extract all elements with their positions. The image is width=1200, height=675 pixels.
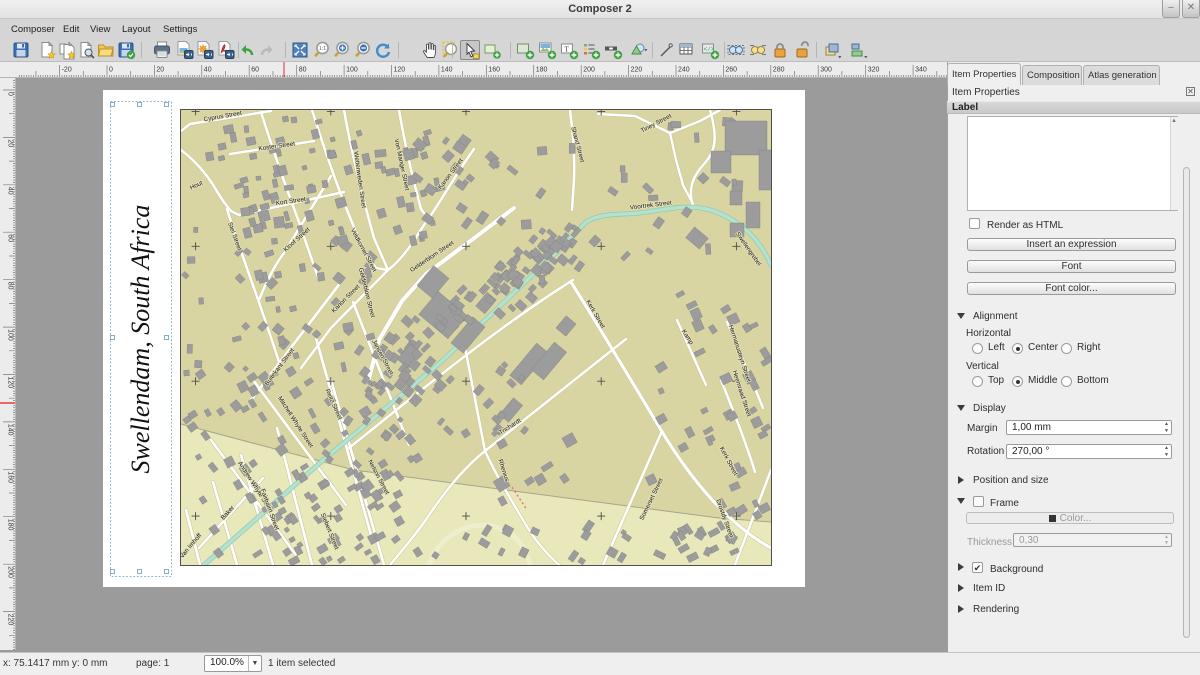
svg-text:160: 160: [488, 67, 500, 74]
svg-text:180: 180: [7, 519, 14, 531]
svg-text:220: 220: [631, 67, 643, 74]
svg-text:240: 240: [678, 67, 690, 74]
svg-text:220: 220: [7, 614, 14, 626]
svg-text:80: 80: [299, 67, 307, 74]
svg-text:T: T: [565, 46, 570, 54]
svg-text:140: 140: [7, 424, 14, 436]
svg-text:20: 20: [7, 139, 14, 147]
svg-text:100: 100: [7, 329, 14, 341]
svg-text:0: 0: [109, 67, 113, 74]
svg-text:200: 200: [7, 566, 14, 578]
svg-text:300: 300: [820, 67, 832, 74]
svg-text:180: 180: [536, 67, 548, 74]
svg-text:340: 340: [915, 67, 927, 74]
svg-text:120: 120: [7, 377, 14, 389]
svg-text:100: 100: [346, 67, 358, 74]
svg-text:280: 280: [773, 67, 785, 74]
svg-text:1:1: 1:1: [319, 46, 326, 52]
svg-text:200: 200: [583, 67, 595, 74]
svg-text:-20: -20: [62, 67, 72, 74]
svg-text:20: 20: [156, 67, 164, 74]
svg-text:60: 60: [251, 67, 259, 74]
svg-text:120: 120: [394, 67, 406, 74]
svg-text:0: 0: [7, 92, 14, 96]
svg-text:80: 80: [7, 282, 14, 290]
svg-text:140: 140: [441, 67, 453, 74]
svg-text:40: 40: [204, 67, 212, 74]
svg-text:160: 160: [7, 471, 14, 483]
svg-text:320: 320: [868, 67, 880, 74]
svg-text:40: 40: [7, 187, 14, 195]
svg-text:260: 260: [725, 67, 737, 74]
svg-text:60: 60: [7, 234, 14, 242]
